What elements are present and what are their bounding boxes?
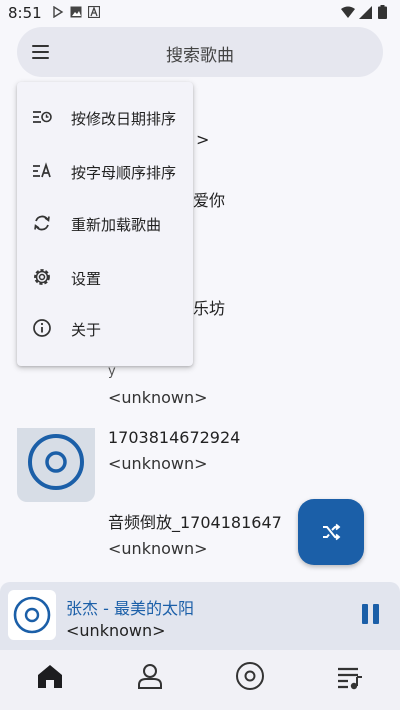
text-a-icon — [88, 6, 100, 18]
sort-alpha-icon — [33, 162, 51, 178]
partial-text: > — [196, 130, 210, 149]
song-title: 1703814672924 — [108, 428, 241, 447]
signal-icon — [359, 6, 372, 19]
pause-button[interactable] — [356, 600, 386, 630]
overflow-menu: 按修改日期排序 按字母顺序排序 重新加载歌曲 设置 关于 — [17, 82, 193, 366]
pause-icon — [362, 604, 368, 624]
now-playing-artist: <unknown> — [66, 621, 166, 640]
reload-icon — [34, 215, 50, 231]
info-icon — [33, 319, 51, 337]
song-artist: <unknown> — [108, 539, 208, 558]
sort-by-date-icon — [33, 111, 52, 123]
shuffle-button[interactable] — [298, 499, 364, 565]
list-item[interactable]: 1703814672924 <unknown> — [108, 428, 240, 474]
person-icon — [138, 664, 162, 689]
image-icon — [70, 6, 82, 18]
partial-text: 乐坊 — [193, 299, 226, 318]
nav-albums[interactable] — [200, 650, 300, 710]
song-artist: <unknown> — [108, 388, 208, 407]
wifi-icon — [341, 6, 355, 18]
status-bar: 8:51 — [0, 0, 400, 26]
home-icon — [38, 665, 62, 688]
menu-item-sort-by-date[interactable]: 按修改日期排序 — [17, 93, 193, 143]
song-artist: <unknown> — [108, 454, 208, 473]
search-bar[interactable]: 搜索歌曲 — [17, 27, 383, 77]
mini-player[interactable]: 张杰 - 最美的太阳 <unknown> — [0, 582, 400, 650]
disc-icon — [28, 434, 84, 490]
bottom-nav — [0, 650, 400, 710]
partial-text: 爱你 — [193, 191, 226, 210]
menu-item-settings[interactable]: 设置 — [17, 253, 193, 303]
menu-item-label: 设置 — [71, 270, 102, 288]
play-store-icon — [53, 6, 64, 18]
battery-icon — [378, 5, 387, 19]
song-cover[interactable] — [17, 428, 95, 502]
disc-icon — [236, 662, 264, 690]
disc-icon — [13, 596, 51, 634]
gear-icon — [34, 269, 50, 285]
menu-item-label: 按修改日期排序 — [71, 110, 177, 128]
playlist-icon — [338, 667, 362, 690]
menu-item-sort-alpha[interactable]: 按字母顺序排序 — [17, 147, 193, 197]
menu-item-about[interactable]: 关于 — [17, 304, 193, 354]
nav-home[interactable] — [0, 650, 100, 710]
shuffle-icon — [323, 523, 341, 541]
menu-item-label: 关于 — [71, 321, 102, 339]
menu-item-reload[interactable]: 重新加载歌曲 — [17, 199, 193, 249]
now-playing-cover[interactable] — [8, 590, 56, 640]
menu-item-label: 重新加载歌曲 — [71, 216, 162, 234]
now-playing-title: 张杰 - 最美的太阳 — [66, 599, 194, 618]
song-title: 音频倒放_1704181647 — [108, 513, 282, 532]
nav-artists[interactable] — [100, 650, 200, 710]
nav-playlists[interactable] — [300, 650, 400, 710]
search-placeholder[interactable]: 搜索歌曲 — [17, 41, 383, 66]
menu-item-label: 按字母顺序排序 — [71, 164, 177, 182]
list-item[interactable]: y <unknown> — [108, 362, 208, 408]
status-time: 8:51 — [8, 4, 42, 22]
list-item[interactable]: 音频倒放_1704181647 <unknown> — [108, 513, 282, 559]
